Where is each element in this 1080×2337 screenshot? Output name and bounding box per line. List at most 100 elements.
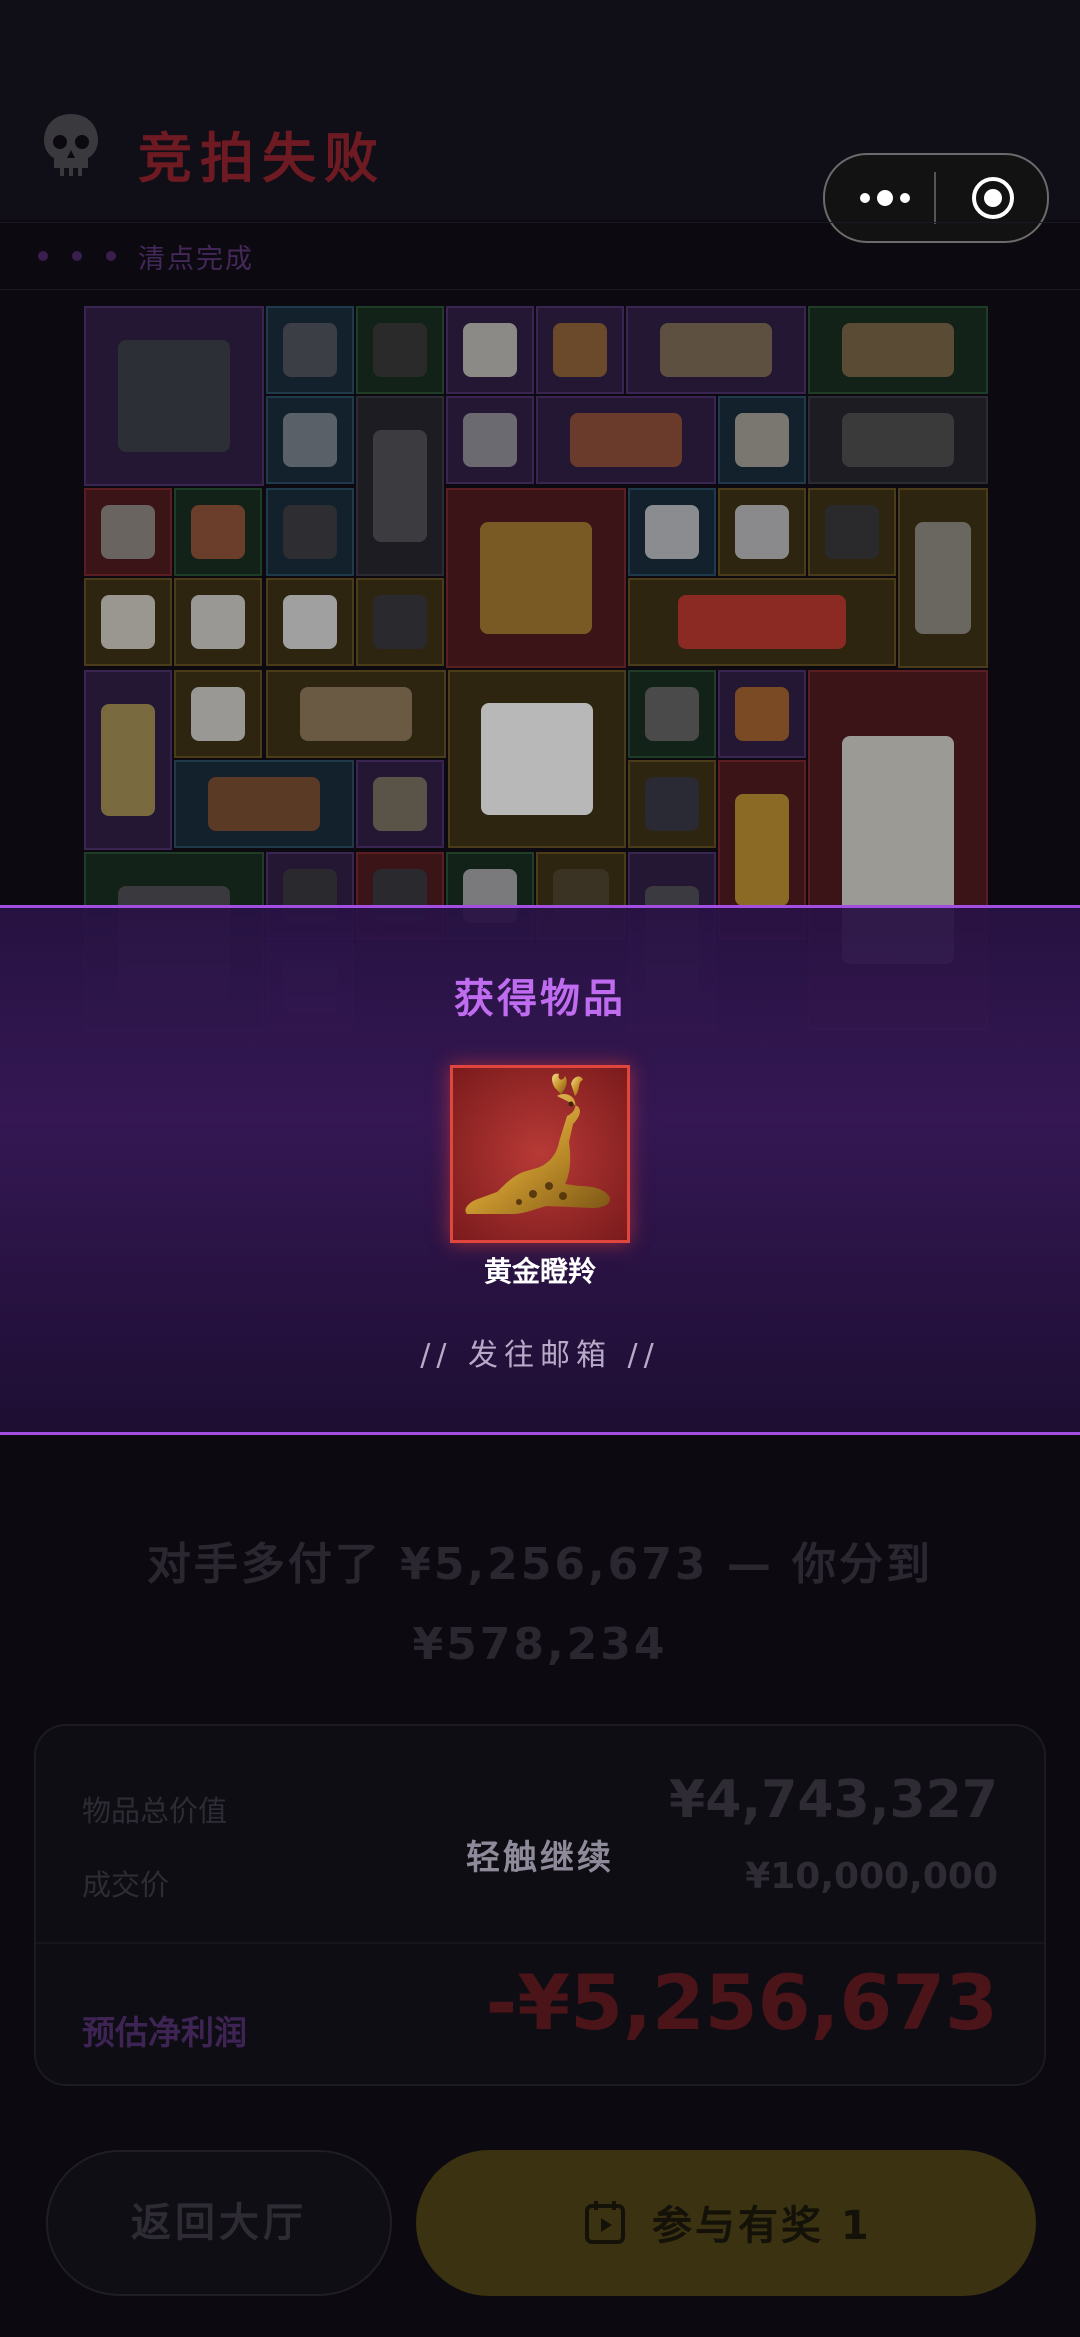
more-icon[interactable] — [857, 183, 913, 213]
profit-value: -¥5,256,673 — [485, 1958, 998, 2047]
prize-entry-label: 参与有奖 1 — [652, 2203, 872, 2249]
status-dot — [38, 251, 48, 261]
grid-item-horns — [626, 306, 806, 394]
status-dot — [72, 251, 82, 261]
grid-item-ring — [446, 396, 534, 484]
package-image — [569, 413, 683, 467]
grid-item-disc — [718, 488, 806, 576]
chocolate-image — [735, 687, 789, 741]
status-bar: 清点完成 — [0, 222, 1080, 290]
medicine-image — [191, 505, 245, 559]
calendar-play-icon — [585, 2201, 625, 2244]
pliers-image — [645, 687, 699, 741]
disc-image — [735, 505, 789, 559]
grid-item-portal-cube — [174, 578, 262, 666]
horns-image — [659, 323, 773, 377]
obtained-item-name: 黄金瞪羚 — [483, 1255, 596, 1288]
breaker-image — [283, 595, 337, 649]
summary-line-2: ¥578,234 — [412, 1619, 668, 1670]
outcome-summary: 对手多付了 ¥5,256,673 — 你分到 ¥578,234 — [0, 1525, 1080, 1685]
auction-result-screen: 竞拍失败 清点完成 获得物品 黄金瞪羚 // 发往邮箱 // 对手多付了 ¥5,… — [0, 0, 1080, 2337]
book-image — [101, 703, 155, 817]
total-value-label: 物品总价值 — [82, 1794, 228, 1828]
grid-item-book — [84, 670, 172, 850]
grid-item-chocolate — [718, 670, 806, 758]
close-miniprogram-icon[interactable] — [970, 175, 1016, 221]
grid-item-phone — [628, 760, 716, 848]
lens-image — [825, 505, 879, 559]
red-box-image — [677, 595, 847, 649]
grid-item-jug — [448, 670, 626, 848]
grid-item-golden-deer — [446, 488, 626, 668]
phone-image — [645, 777, 699, 831]
golden-deer-icon — [465, 1073, 610, 1214]
card-image — [645, 505, 699, 559]
total-value: ¥4,743,327 — [669, 1770, 998, 1830]
grid-item-motherboard — [84, 306, 264, 486]
summary-line-1: 对手多付了 ¥5,256,673 — 你分到 — [146, 1539, 934, 1590]
grid-item-card — [628, 488, 716, 576]
grid-item-red-box — [628, 578, 896, 666]
return-lobby-label: 返回大厅 — [131, 2200, 307, 2246]
capsule-divider — [934, 172, 936, 224]
grid-item-breaker — [266, 578, 354, 666]
gold-bar-image — [735, 793, 789, 907]
camera-image — [373, 595, 427, 649]
thermometer-image — [283, 413, 337, 467]
result-card: 物品总价值 ¥4,743,327 成交价 ¥10,000,000 预估净利润 -… — [34, 1724, 1046, 2086]
grid-item-vial — [356, 396, 444, 576]
vial-image — [373, 429, 427, 543]
scroll-image — [553, 323, 607, 377]
hammer-image — [841, 413, 955, 467]
grid-item-pliers — [628, 670, 716, 758]
grid-item-map — [808, 306, 988, 394]
panel-title: 获得物品 — [454, 976, 626, 1022]
ring-image — [463, 413, 517, 467]
prize-entry-button[interactable]: 参与有奖 1 — [416, 2150, 1036, 2296]
header: 竞拍失败 清点完成 — [0, 0, 1080, 290]
circuit-image — [101, 505, 155, 559]
bottle-image — [283, 323, 337, 377]
grid-item-package — [536, 396, 716, 484]
battery-image — [373, 323, 427, 377]
watch-image — [283, 505, 337, 559]
profit-label: 预估净利润 — [82, 2013, 247, 2052]
cube-image — [191, 595, 245, 649]
obtained-item-card — [450, 1065, 630, 1243]
grid-item-circuit — [84, 488, 172, 576]
strip-image — [735, 413, 789, 467]
eggs-image — [101, 595, 155, 649]
teacup-image — [463, 323, 517, 377]
status-dot — [106, 251, 116, 261]
golden-deer-image — [479, 521, 593, 635]
grid-item-note — [898, 488, 988, 668]
grid-item-scroll — [536, 306, 624, 394]
spearhead-image — [373, 777, 427, 831]
grid-item-medicine — [174, 488, 262, 576]
grid-item-spearhead — [356, 760, 444, 848]
grid-item-jar — [174, 670, 262, 758]
drill-image — [207, 777, 321, 831]
jug-image — [481, 703, 593, 815]
sunglasses-image — [299, 687, 413, 741]
grid-item-camera-lens — [808, 488, 896, 576]
motherboard-image — [117, 339, 231, 453]
grid-item-strip — [718, 396, 806, 484]
grid-item-watch — [266, 488, 354, 576]
return-lobby-button[interactable]: 返回大厅 — [46, 2150, 392, 2296]
obtained-item-panel[interactable]: 获得物品 黄金瞪羚 // 发往邮箱 // — [0, 905, 1080, 1435]
grid-item-camera — [356, 578, 444, 666]
tap-to-continue[interactable]: 轻触继续 — [0, 1830, 1080, 1879]
status-text: 清点完成 — [138, 244, 254, 275]
grid-item-hammer — [808, 396, 988, 484]
jar-image — [191, 687, 245, 741]
card-divider — [36, 1942, 1044, 1944]
skull-icon — [44, 114, 98, 176]
grid-item-thermometer — [266, 396, 354, 484]
grid-item-eggs — [84, 578, 172, 666]
grid-item-bottle — [266, 306, 354, 394]
mailbox-hint: // 发往邮箱 // — [420, 1338, 660, 1373]
page-title: 竞拍失败 — [138, 127, 386, 190]
grid-item-sunglasses — [266, 670, 446, 758]
note-image — [915, 521, 971, 635]
